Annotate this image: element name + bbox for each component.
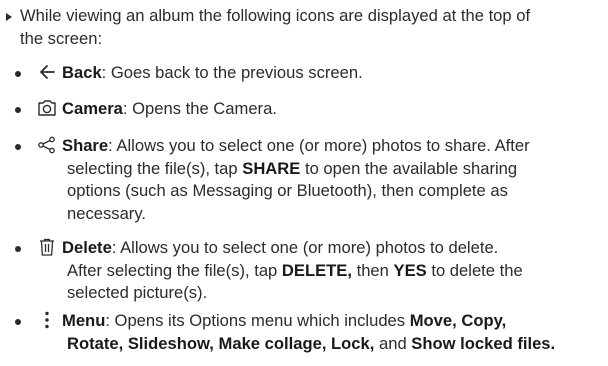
desc-share-a: : Allows you to select one (or more) pho… [108, 136, 530, 155]
desc-delete-b: After selecting the file(s), tap [67, 260, 282, 280]
desc-delete-e: selected picture(s). [67, 283, 208, 302]
desc-delete-a: : Allows you to select one (or more) pho… [111, 238, 499, 257]
intro-line-1: While viewing an album the following ico… [20, 6, 531, 25]
list-item-camera: Camera: Opens the Camera. [0, 98, 604, 121]
term-back: Back [62, 63, 102, 82]
term-share: Share [62, 136, 109, 155]
term-menu: Menu [62, 311, 106, 330]
back-arrow-icon [37, 63, 57, 81]
bullet-dot [0, 310, 37, 355]
desc-share-e: necessary. [67, 203, 147, 223]
desc-share-c: to open the available sharing [300, 158, 518, 178]
more-vertical-icon [37, 311, 57, 329]
desc-delete-c: then [351, 260, 394, 280]
desc-camera: : Opens the Camera. [122, 99, 277, 118]
bullet-dot [0, 135, 37, 225]
term-delete: Delete [62, 238, 112, 257]
bullet-dot [0, 98, 37, 121]
keyword-share: SHARE [242, 158, 301, 178]
list-item-share: Share: Allows you to select one (or more… [0, 135, 604, 225]
intro-line-2: the screen: [20, 28, 103, 48]
keyword-show-locked: Show locked files. [411, 333, 556, 353]
desc-menu-b: and [374, 333, 412, 353]
desc-delete-d: to delete the [426, 260, 523, 280]
trash-icon [37, 238, 57, 256]
desc-menu-a: : Opens its Options menu which includes [105, 311, 410, 330]
intro-paragraph: While viewing an album the following ico… [4, 5, 604, 50]
desc-share-b: selecting the file(s), tap [67, 158, 243, 178]
keyword-yes: YES [393, 260, 427, 280]
list-item-delete: Delete: Allows you to select one (or mor… [0, 237, 604, 305]
bullet-dot [0, 62, 37, 85]
list-item-back: Back: Goes back to the previous screen. [0, 62, 604, 85]
keyword-delete: DELETE, [281, 260, 352, 280]
manual-page: While viewing an album the following ico… [0, 0, 608, 366]
bullet-dot [0, 237, 37, 305]
share-icon [37, 136, 57, 154]
term-camera: Camera [62, 99, 123, 118]
desc-back: : Goes back to the previous screen. [101, 63, 363, 82]
camera-icon [37, 99, 57, 117]
keyword-move-copy: Move, Copy, [409, 311, 507, 330]
desc-share-d: options (such as Messaging or Bluetooth)… [67, 181, 508, 200]
list-item-menu: Menu: Opens its Options menu which inclu… [0, 310, 604, 355]
keyword-options: Rotate, Slideshow, Make collage, Lock, [67, 333, 375, 353]
triangle-bullet-icon [4, 5, 20, 50]
